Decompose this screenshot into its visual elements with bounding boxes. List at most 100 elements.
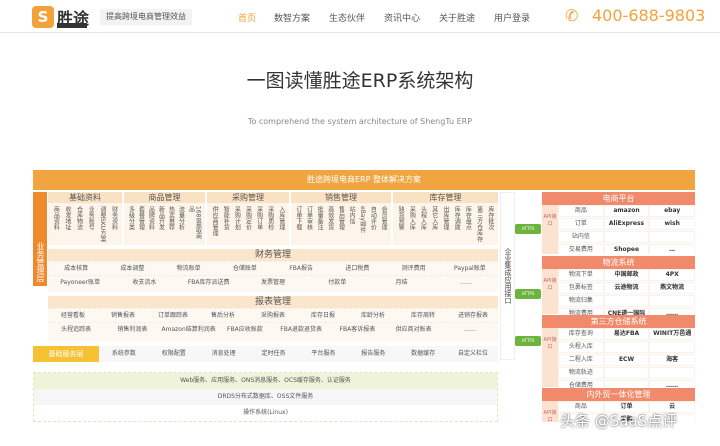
reports-cell[interactable]: 经营看板 [48,309,98,322]
api-item: 物流下单 [559,270,603,280]
reports-cell[interactable]: 销售利润表 [104,323,160,336]
module-item[interactable]: 高效发货 [327,206,334,233]
partner-logo [650,342,695,352]
basic-service-item[interactable]: 自定义栏位 [448,346,498,362]
module-item[interactable]: 套餐管理 [138,206,145,244]
finance-cell[interactable]: 进口税费 [329,262,385,275]
finance-cell[interactable]: FBA报告 [273,262,329,275]
reports-cell[interactable]: 库龄分析 [348,309,398,322]
basic-services-label: 基础服务层 [33,346,99,362]
module-item[interactable]: 订单审核 [305,206,312,233]
finance-cell[interactable]: Payoneer账单 [48,276,112,289]
module-item[interactable]: 供应商管理 [211,206,218,236]
module-item[interactable]: 库存盘点 [464,206,471,242]
module-item[interactable]: 其它入库 [431,206,438,242]
reports-cell[interactable]: 售后分析 [198,309,248,322]
right-section-header: 电商平台 [542,192,695,205]
module-item[interactable]: 站内信 [348,206,355,233]
reports-cell[interactable]: FBA客诉报表 [329,323,385,336]
right-table: 商品 amazon ebay 订单 AliExpress wish 站内信 交易费用 Shope… [558,205,695,257]
finance-cell[interactable]: FBA库存派送费 [177,276,241,289]
module-item[interactable]: 出库管理 [442,206,449,242]
module-item[interactable]: 流量分析 [178,206,185,244]
api-label: API接口 [542,205,558,254]
module-item[interactable]: 自动评价 [369,206,376,233]
module-item[interactable]: 调整SKU方案 [99,206,106,242]
module-item[interactable]: 热卖推荐 [168,206,175,244]
basic-service-item[interactable]: 平台服务 [299,346,349,362]
module-item[interactable]: 仓库物流 [76,206,83,242]
nav-login[interactable]: 用户登录 [494,11,530,24]
module-item[interactable]: 品牌资料 [148,206,155,244]
reports-cell[interactable]: 库存日报 [298,309,348,322]
module-item[interactable]: 售后管理 [337,206,344,233]
module-item[interactable]: 库存批次 [487,206,494,242]
module-item[interactable]: 1688提取商品 [188,206,202,244]
reports-cell[interactable]: …… [442,323,498,336]
module-item[interactable]: 采购入库 [408,206,415,242]
module-item[interactable]: 采购质检 [267,206,274,236]
reports-cell[interactable]: FBA应收账款 [217,323,273,336]
module-item[interactable]: 订单下载 [295,206,302,233]
basic-service-item[interactable]: 报告服务 [348,346,398,362]
module-item[interactable]: 采购定价 [244,206,251,236]
nav-solutions[interactable]: 数智方案 [274,11,310,24]
module-item[interactable]: 采购计划 [233,206,240,236]
reports-cell[interactable]: 销售报表 [98,309,148,322]
basic-service-item[interactable]: 消息处理 [199,346,249,362]
nav-news[interactable]: 资讯中心 [384,11,420,24]
module-item[interactable]: eBay邮件 [359,206,366,233]
reports-cell[interactable]: 供应商对账表 [386,323,442,336]
finance-cell[interactable]: 发票管理 [241,276,305,289]
brand-logo-icon[interactable]: S [32,6,54,28]
module-item[interactable]: 缺货预警 [397,206,404,242]
finance-cell[interactable]: 测评费用 [386,262,442,275]
module-item[interactable]: 智能补货 [222,206,229,236]
reports-cell[interactable]: 头程追踪表 [48,323,104,336]
module-item[interactable]: 头程入库 [420,206,427,242]
module-item[interactable]: 财务资料 [111,206,118,242]
finance-cell[interactable]: 成本核算 [48,262,104,275]
reports-cell[interactable]: Amazon结算利润表 [161,323,217,336]
module-item[interactable]: 库存调拨 [453,206,460,242]
finance-cell[interactable]: Paypal账单 [442,262,498,275]
module-item[interactable]: 商品资料 [52,206,59,242]
nav-partners[interactable]: 生态伙伴 [329,11,365,24]
finance-cell[interactable]: 物流账单 [161,262,217,275]
finance-cell[interactable]: 成本调整 [104,262,160,275]
right-section-header: 内外贸一体化管理 [542,388,695,401]
finance-row: 成本核算 成本调整 物流账单 仓储账单 FBA报告 进口税费 测评费用 Paypal账单 [48,261,498,275]
module-0: 基础资料 商品资料 收发地址 仓库物流 业务账号 调整SKU方案 财务资料 [48,192,122,245]
module-item[interactable]: 会员管理 [380,206,387,233]
right-row: 商品 amazon ebay [558,205,695,218]
reports-cell[interactable]: 采购报表 [248,309,298,322]
page-title: 一图读懂胜途ERP系统架构 [246,70,474,92]
module-item[interactable]: 批量备注 [316,206,323,233]
phone-number[interactable]: 400-688-9803 [592,6,705,25]
finance-cell[interactable]: 仓储账单 [217,262,273,275]
basic-service-item[interactable]: 系统参数 [99,346,149,362]
module-items: 商品资料 收发地址 仓库物流 业务账号 调整SKU方案 财务资料 [48,203,122,242]
nav-home[interactable]: 首页 [238,11,256,24]
module-item[interactable]: 新品开发 [158,206,165,244]
module-item[interactable]: 多级分类 [128,206,135,244]
nav-about[interactable]: 关于胜途 [439,11,475,24]
basic-service-item[interactable]: 数据缓存 [398,346,448,362]
finance-cell[interactable]: 月结 [369,276,433,289]
finance-cell[interactable]: 收支流水 [112,276,176,289]
reports-cell[interactable]: 进销存报表 [448,309,498,322]
module-item[interactable]: 业务账号 [87,206,94,242]
reports-cell[interactable]: FBA退款退货表 [273,323,329,336]
basic-service-item[interactable]: 定时任务 [249,346,299,362]
right-section-0: 电商平台 API接口 商品 amazon ebay 订单 AliExpress wish 站内信… [542,192,695,257]
basic-service-item[interactable]: 权限配置 [149,346,199,362]
module-item[interactable]: 入库管理 [278,206,285,236]
finance-cell[interactable]: 付款单 [305,276,369,289]
module-item[interactable]: 采购订单 [256,206,263,236]
finance-cell[interactable]: …… [434,276,498,289]
module-header: 库存管理 [393,192,498,203]
module-item[interactable]: 收发地址 [64,206,71,242]
reports-cell[interactable]: 订单跟踪表 [148,309,198,322]
module-item[interactable]: 第三方仓库存 [476,206,483,242]
reports-cell[interactable]: 库存周转 [398,309,448,322]
